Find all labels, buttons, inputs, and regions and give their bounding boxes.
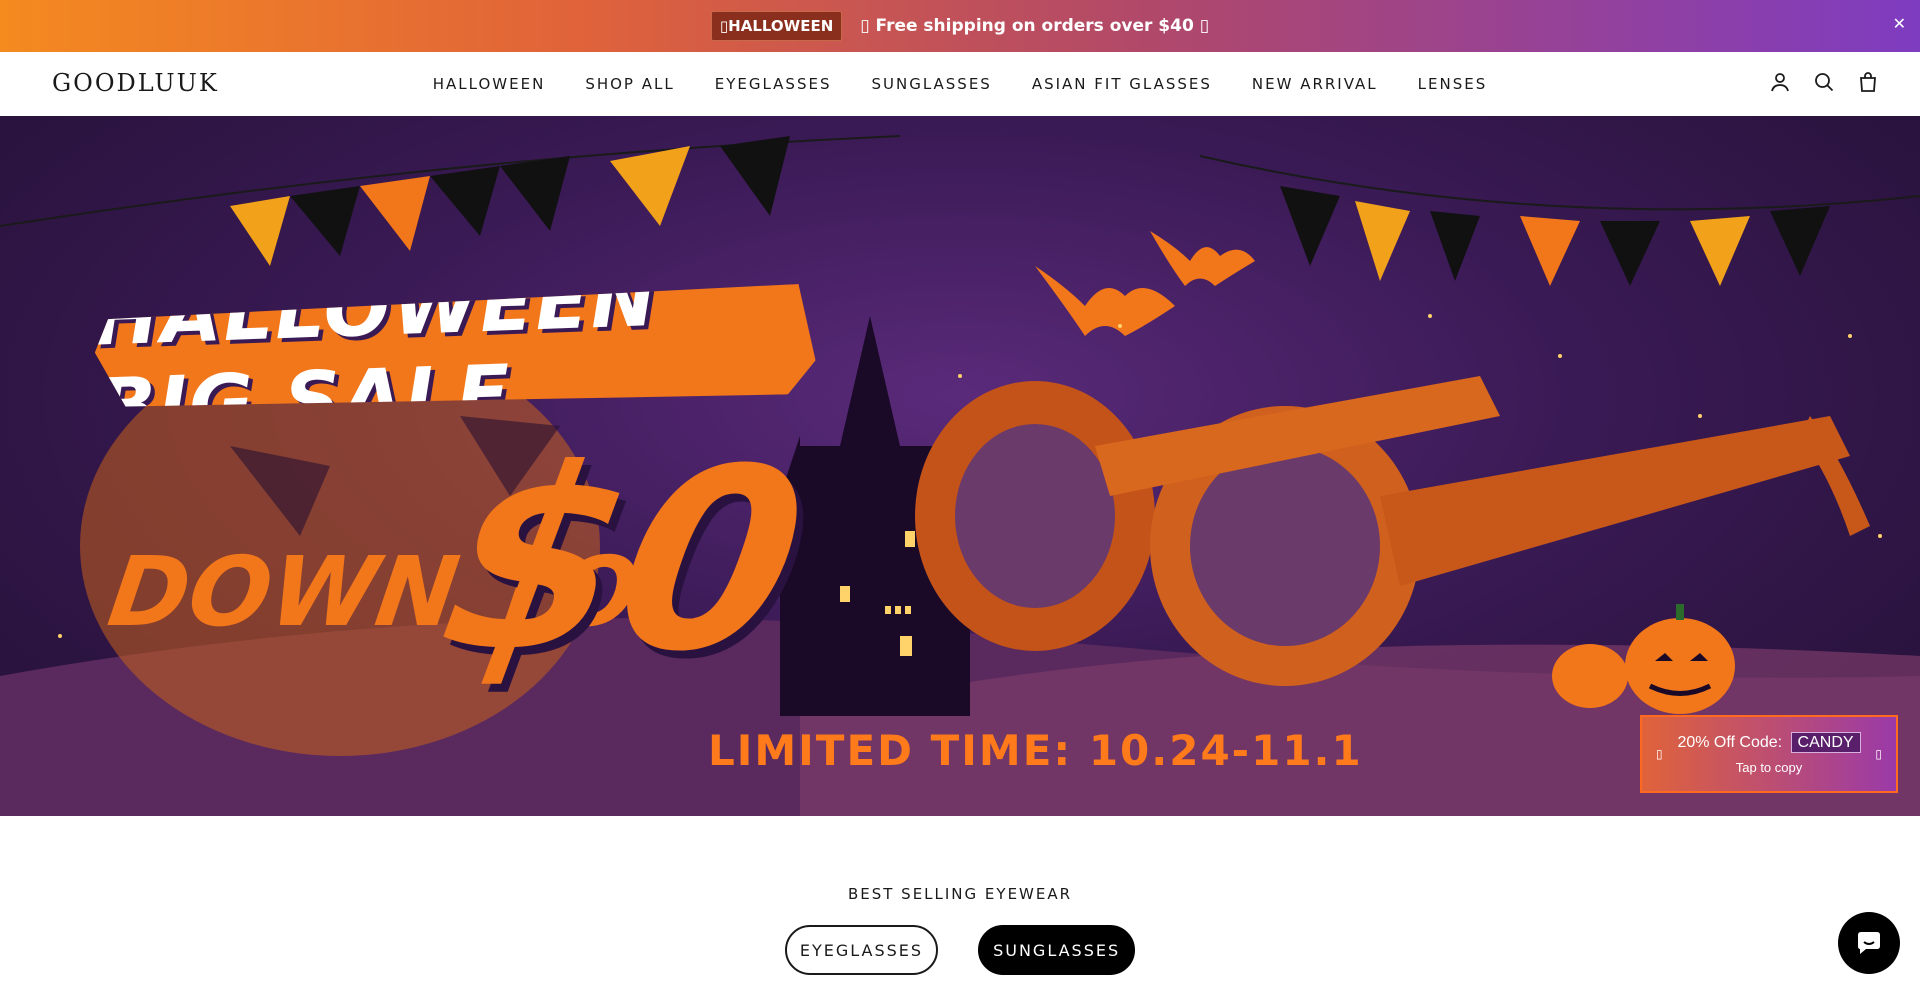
best-selling-tabs: EYEGLASSES SUNGLASSES [0, 925, 1920, 975]
chat-icon [1858, 932, 1880, 954]
chat-button[interactable] [1838, 912, 1900, 974]
glasses-shape [915, 376, 1870, 686]
nav-shop-all[interactable]: SHOP ALL [585, 75, 674, 93]
chevron-right-icon[interactable]: ▯ [1875, 747, 1882, 761]
discount-label: 20% Off Code: [1677, 734, 1783, 751]
halloween-badge[interactable]: ▯HALLOWEEN [710, 11, 843, 41]
hero-background-art [0, 135, 1920, 816]
nav-new-arrival[interactable]: NEW ARRIVAL [1252, 75, 1378, 93]
nav-asian-fit-glasses[interactable]: ASIAN FIT GLASSES [1032, 75, 1212, 93]
free-shipping-message: ▯ Free shipping on orders over $40 ▯ [860, 16, 1210, 36]
tab-eyeglasses[interactable]: EYEGLASSES [784, 925, 939, 975]
discount-line: 20% Off Code: CANDY [1642, 732, 1896, 753]
hero-banner[interactable]: HALLOWEEN BIG SALE DOWN TO $0 LIMITED TI… [0, 116, 1920, 816]
nav-sunglasses[interactable]: SUNGLASSES [871, 75, 991, 93]
discount-code[interactable]: CANDY [1790, 732, 1861, 753]
best-selling-title: BEST SELLING EYEWEAR [847, 885, 1073, 903]
chevron-left-icon[interactable]: ▯ [1656, 747, 1663, 761]
search-icon[interactable] [1812, 70, 1836, 94]
small-pumpkins [1552, 604, 1735, 714]
hero-price: $0 [424, 415, 824, 706]
bunting-flags [0, 135, 1920, 286]
nav-eyeglasses[interactable]: EYEGLASSES [715, 75, 832, 93]
hero-limited-time: LIMITED TIME: 10.24-11.1 [708, 726, 1363, 775]
nav-halloween[interactable]: HALLOWEEN [433, 75, 546, 93]
nav-lenses[interactable]: LENSES [1418, 75, 1488, 93]
account-icon[interactable] [1768, 70, 1792, 94]
bat-shapes [1035, 231, 1255, 336]
discount-code-widget[interactable]: ▯ 20% Off Code: CANDY Tap to copy ▯ [1640, 715, 1898, 793]
site-header: GOODLUUK HALLOWEEN SHOP ALL EYEGLASSES S… [0, 52, 1920, 116]
close-icon[interactable]: ✕ [1893, 14, 1906, 34]
tap-to-copy-text: Tap to copy [1735, 760, 1803, 775]
announcement-bar: ▯HALLOWEEN ▯ Free shipping on orders ove… [0, 0, 1920, 52]
main-nav: HALLOWEEN SHOP ALL EYEGLASSES SUNGLASSES… [0, 52, 1920, 116]
header-icons [1768, 70, 1880, 94]
cart-icon[interactable] [1856, 70, 1880, 94]
tab-sunglasses[interactable]: SUNGLASSES [978, 925, 1136, 975]
